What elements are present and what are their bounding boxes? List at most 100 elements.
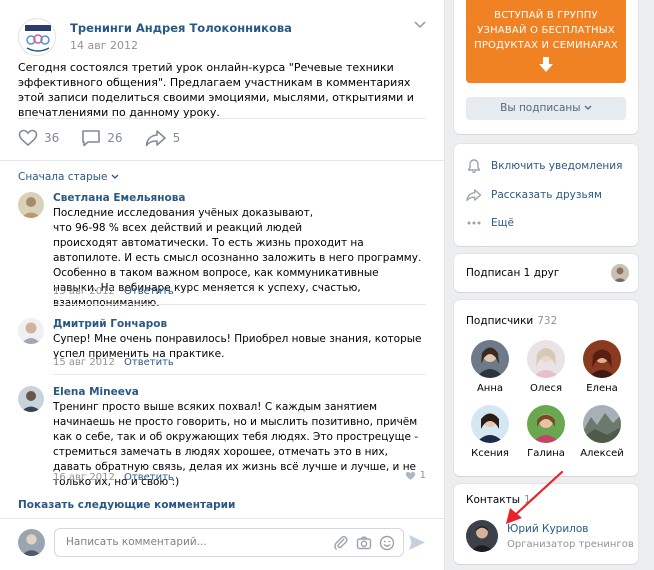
contact-role: Организатор тренингов: [507, 539, 634, 550]
contact-name-link[interactable]: Юрий Курилов: [507, 523, 588, 535]
heart-icon: [405, 471, 415, 480]
reply-link[interactable]: Ответить: [124, 357, 174, 368]
arrow-down-icon: [539, 57, 553, 72]
post-card: Тренинги Андрея Толоконникова 14 авг 201…: [0, 0, 444, 570]
avatar: [583, 340, 621, 378]
menu-label: Ещё: [491, 217, 514, 229]
banner-line-3: ПРОДУКТАХ И СЕМИНАРАХ: [474, 40, 618, 51]
avatar[interactable]: [18, 192, 44, 218]
comment-author-link[interactable]: Дмитрий Гончаров: [53, 318, 167, 330]
subscriber-item[interactable]: Алексей: [576, 405, 628, 459]
avatar: [471, 340, 509, 378]
subscriber-name: Алексей: [580, 448, 624, 459]
more-button[interactable]: Ещё: [466, 214, 514, 232]
subscribers-card: Подписчики 732 Анна Олеся Елена Ксения Га…: [454, 300, 638, 476]
sort-label: Сначала старые: [18, 171, 108, 183]
menu-label: Рассказать друзьям: [491, 189, 602, 201]
attach-icon[interactable]: [333, 535, 349, 551]
avatar: [527, 405, 565, 443]
avatar: [471, 405, 509, 443]
divider: [18, 118, 426, 119]
chevron-down-icon: [584, 105, 592, 110]
actions-menu-card: Включить уведомления Рассказать друзьям …: [454, 144, 638, 246]
comment-meta: 15 авг 2012 Ответить: [53, 286, 174, 297]
divider: [0, 518, 444, 519]
enable-notifications-button[interactable]: Включить уведомления: [466, 157, 622, 175]
contacts-title-text: Контакты: [466, 494, 521, 506]
avatar[interactable]: [466, 520, 498, 552]
comment-date[interactable]: 16 авг 2012: [53, 472, 115, 483]
share-icon: [466, 189, 482, 202]
subscriber-name: Галина: [527, 448, 565, 459]
avatar: [583, 405, 621, 443]
contacts-count: 1: [524, 494, 531, 506]
subscriber-name: Ксения: [471, 448, 509, 459]
likes-count: 36: [44, 131, 60, 145]
comment-input-placeholder: Написать комментарий...: [66, 536, 207, 548]
share-icon: [145, 130, 166, 147]
subscriber-name: Елена: [586, 383, 618, 394]
banner-line-2: УЗНАВАЙ О БЕСПЛАТНЫХ: [477, 25, 615, 36]
chevron-down-icon: [111, 174, 119, 179]
menu-label: Включить уведомления: [491, 160, 623, 172]
join-card: ВСТУПАЙ В ГРУППУ УЗНАВАЙ О БЕСПЛАТНЫХ ПР…: [454, 0, 638, 134]
smile-icon[interactable]: [379, 535, 395, 551]
comment-meta: 15 авг 2012 Ответить: [53, 357, 174, 368]
avatar[interactable]: [18, 318, 44, 344]
banner-line-1: ВСТУПАЙ В ГРУППУ: [494, 10, 598, 21]
bell-icon: [467, 159, 481, 173]
comment-author-link[interactable]: Elena Mineeva: [53, 386, 139, 398]
avatar[interactable]: [611, 264, 629, 282]
post-actions: 36 26 5: [18, 127, 202, 149]
comment-author-link[interactable]: Светлана Емельянова: [53, 192, 185, 204]
subscribers-count: 732: [537, 315, 558, 327]
subscribers-title[interactable]: Подписчики 732: [466, 315, 557, 327]
tell-friends-button[interactable]: Рассказать друзьям: [466, 186, 602, 204]
friends-card[interactable]: Подписан 1 друг: [454, 254, 638, 292]
sort-dropdown[interactable]: Сначала старые: [18, 171, 119, 183]
divider: [0, 160, 444, 161]
comment-like-button[interactable]: 1: [405, 470, 426, 481]
contacts-card: Контакты 1 Юрий Курилов Организатор трени…: [454, 484, 638, 564]
divider: [53, 304, 426, 305]
join-banner[interactable]: ВСТУПАЙ В ГРУППУ УЗНАВАЙ О БЕСПЛАТНЫХ ПР…: [466, 0, 626, 83]
comment-likes-count: 1: [419, 470, 426, 481]
share-button[interactable]: 5: [145, 129, 181, 147]
comment-icon: [82, 130, 101, 147]
comment-form: Написать комментарий...: [18, 528, 426, 558]
subscriber-item[interactable]: Елена: [576, 340, 628, 394]
subscribers-title-text: Подписчики: [466, 315, 534, 327]
post-text: Сегодня состоялся третий урок онлайн-кур…: [18, 61, 414, 119]
reply-link[interactable]: Ответить: [124, 286, 174, 297]
comment-date[interactable]: 15 авг 2012: [53, 357, 115, 368]
divider: [53, 374, 426, 375]
shares-count: 5: [172, 131, 181, 145]
subscriber-item[interactable]: Ксения: [464, 405, 516, 459]
input-icons: [333, 535, 395, 551]
comment-input[interactable]: Написать комментарий...: [54, 528, 404, 557]
reply-link[interactable]: Ответить: [124, 472, 174, 483]
avatar[interactable]: [18, 386, 44, 412]
subscriber-name: Олеся: [530, 383, 562, 394]
post-date[interactable]: 14 авг 2012: [70, 39, 138, 52]
chevron-down-icon[interactable]: [414, 21, 426, 29]
group-name-link[interactable]: Тренинги Андрея Толоконникова: [70, 21, 292, 35]
subscribed-label: Вы подписаны: [500, 102, 581, 114]
subscriber-name: Анна: [476, 383, 504, 394]
show-more-comments-link[interactable]: Показать следующие комментарии: [18, 499, 235, 511]
subscriber-item[interactable]: Анна: [464, 340, 516, 394]
subscriber-item[interactable]: Олеся: [520, 340, 572, 394]
like-button[interactable]: 36: [18, 129, 59, 147]
group-avatar[interactable]: [18, 18, 56, 56]
comment-meta: 16 авг 2012 Ответить: [53, 472, 174, 483]
comments-button[interactable]: 26: [81, 129, 123, 147]
camera-icon[interactable]: [356, 535, 372, 551]
subscriber-item[interactable]: Галина: [520, 405, 572, 459]
friends-label: Подписан 1 друг: [466, 267, 560, 279]
send-icon[interactable]: [408, 534, 426, 551]
subscribed-button[interactable]: Вы подписаны: [466, 97, 626, 120]
comments-count: 26: [107, 131, 123, 145]
avatar: [527, 340, 565, 378]
contacts-title[interactable]: Контакты 1: [466, 494, 531, 506]
comment-date[interactable]: 15 авг 2012: [53, 286, 115, 297]
